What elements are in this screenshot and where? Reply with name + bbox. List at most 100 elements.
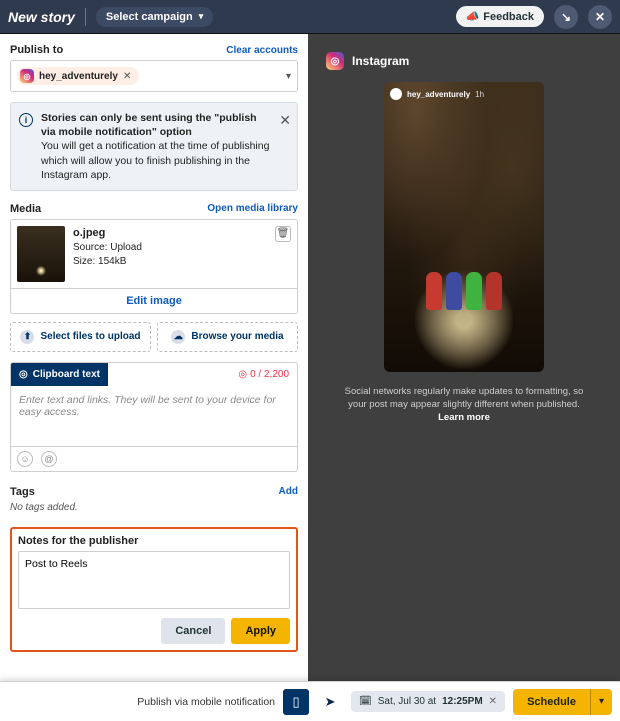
- tags-header: Tags Add: [10, 486, 298, 498]
- delete-media-button[interactable]: 🗑: [275, 226, 291, 242]
- scheduled-time-value: 12:25PM: [442, 696, 483, 707]
- clipboard-text-input[interactable]: Enter text and links. They will be sent …: [11, 386, 297, 446]
- info-banner-body: You will get a notification at the time …: [41, 140, 269, 180]
- account-selector[interactable]: ◎ hey_adventurely ✕ ▾: [10, 60, 298, 92]
- figure: [446, 272, 462, 310]
- feedback-label: Feedback: [483, 11, 534, 23]
- mention-icon[interactable]: @: [41, 451, 57, 467]
- cancel-button[interactable]: Cancel: [161, 618, 225, 644]
- publish-to-label: Publish to: [10, 44, 63, 56]
- tags-empty-state: No tags added.: [10, 502, 298, 513]
- app-header: New story Select campaign ▾ 📣 Feedback ↘…: [0, 0, 620, 34]
- clipboard-tabbar: ◎ Clipboard text ◎ 0 / 2,200: [11, 363, 297, 386]
- upload-icon: ⬆: [20, 330, 34, 344]
- avatar: [390, 88, 402, 100]
- phone-icon: ▯: [292, 694, 299, 710]
- info-icon: i: [19, 113, 33, 127]
- media-item: o.jpeg Source: Upload Size: 154kB 🗑: [11, 220, 297, 288]
- chevron-down-icon: ▾: [599, 696, 604, 707]
- bottom-bar: Publish via mobile notification ▯ ➤ 🗓 Sa…: [0, 681, 620, 721]
- schedule-button[interactable]: Schedule: [513, 689, 590, 715]
- upload-row: ⬆ Select files to upload ☁ Browse your m…: [10, 322, 298, 352]
- preview-network-name: Instagram: [352, 54, 409, 68]
- clipboard-toolbar: ☺ @: [11, 446, 297, 471]
- clear-accounts-link[interactable]: Clear accounts: [226, 45, 298, 56]
- edit-image-button[interactable]: Edit image: [11, 288, 297, 313]
- story-preview: hey_adventurely 1h: [384, 82, 544, 372]
- story-header: hey_adventurely 1h: [390, 88, 484, 100]
- preview-disclaimer: Social networks regularly make updates t…: [344, 386, 584, 424]
- dismiss-banner-icon[interactable]: ✕: [279, 111, 291, 130]
- select-campaign-label: Select campaign: [106, 11, 193, 23]
- preview-network-header: ◎ Instagram: [326, 52, 409, 70]
- send-icon: ➤: [325, 694, 336, 710]
- character-counter: ◎ 0 / 2,200: [230, 369, 297, 380]
- direct-publish-button[interactable]: ➤: [317, 689, 343, 715]
- figure: [426, 272, 442, 310]
- clipboard-tab-label: Clipboard text: [33, 369, 100, 380]
- add-tag-link[interactable]: Add: [279, 486, 298, 497]
- account-chip: ◎ hey_adventurely ✕: [17, 67, 139, 85]
- tags-label: Tags: [10, 486, 35, 498]
- open-media-library-link[interactable]: Open media library: [207, 203, 298, 214]
- clipboard-section: ◎ Clipboard text ◎ 0 / 2,200 Enter text …: [10, 362, 298, 472]
- close-button[interactable]: ✕: [588, 5, 612, 29]
- publisher-notes-label: Notes for the publisher: [18, 535, 290, 547]
- scheduled-time-chip[interactable]: 🗓 Sat, Jul 30 at 12:25PM ✕: [351, 691, 505, 712]
- chevron-down-icon: ▾: [199, 11, 204, 22]
- publisher-notes-actions: Cancel Apply: [18, 618, 290, 644]
- preview-disclaimer-text: Social networks regularly make updates t…: [345, 386, 584, 410]
- emoji-picker-icon[interactable]: ☺: [17, 451, 33, 467]
- page-title: New story: [8, 9, 75, 25]
- media-filename: o.jpeg: [73, 226, 142, 241]
- media-card: o.jpeg Source: Upload Size: 154kB 🗑 Edit…: [10, 219, 298, 314]
- header-divider: [85, 8, 86, 26]
- schedule-button-group: Schedule ▾: [513, 689, 612, 715]
- feedback-button[interactable]: 📣 Feedback: [456, 6, 544, 27]
- media-meta: o.jpeg Source: Upload Size: 154kB: [73, 226, 142, 282]
- browse-media-button[interactable]: ☁ Browse your media: [157, 322, 298, 352]
- minimize-icon: ↘: [561, 10, 571, 24]
- clear-time-icon[interactable]: ✕: [489, 696, 497, 707]
- instagram-icon: ◎: [19, 369, 28, 380]
- calendar-icon: 🗓: [359, 696, 372, 707]
- story-figures: [384, 272, 544, 310]
- learn-more-link[interactable]: Learn more: [438, 412, 490, 423]
- instagram-icon: ◎: [238, 369, 247, 380]
- story-background: [384, 82, 544, 372]
- megaphone-icon: 📣: [466, 10, 480, 23]
- info-banner-title: Stories can only be sent using the "publ…: [41, 112, 257, 138]
- publisher-notes-input[interactable]: [18, 551, 290, 609]
- figure: [486, 272, 502, 310]
- minimize-button[interactable]: ↘: [554, 5, 578, 29]
- story-handle: hey_adventurely: [407, 90, 470, 99]
- compose-panel: Publish to Clear accounts ◎ hey_adventur…: [0, 34, 308, 681]
- account-handle: hey_adventurely: [39, 71, 118, 82]
- media-thumbnail[interactable]: [17, 226, 65, 282]
- scheduled-time-prefix: Sat, Jul 30 at: [378, 696, 436, 707]
- media-size: Size: 154kB: [73, 255, 142, 269]
- cloud-icon: ☁: [171, 330, 185, 344]
- trash-icon: 🗑: [277, 228, 290, 239]
- publisher-notes-section: Notes for the publisher Cancel Apply: [10, 527, 298, 652]
- story-time: 1h: [475, 90, 484, 99]
- chevron-down-icon[interactable]: ▾: [286, 71, 291, 82]
- publish-mode-text: Publish via mobile notification: [137, 696, 275, 708]
- select-files-button[interactable]: ⬆ Select files to upload: [10, 322, 151, 352]
- schedule-dropdown-button[interactable]: ▾: [591, 689, 612, 714]
- counter-text: 0 / 2,200: [250, 369, 289, 380]
- select-campaign-button[interactable]: Select campaign ▾: [96, 7, 213, 27]
- instagram-icon: ◎: [20, 69, 34, 83]
- main-area: Publish to Clear accounts ◎ hey_adventur…: [0, 34, 620, 681]
- close-icon: ✕: [595, 10, 605, 24]
- clipboard-tab[interactable]: ◎ Clipboard text: [11, 363, 108, 386]
- browse-media-label: Browse your media: [191, 331, 283, 342]
- mobile-notification-button[interactable]: ▯: [283, 689, 309, 715]
- remove-account-icon[interactable]: ✕: [123, 71, 131, 82]
- media-header: Media Open media library: [10, 203, 298, 215]
- publish-to-header: Publish to Clear accounts: [10, 44, 298, 56]
- media-label: Media: [10, 203, 41, 215]
- select-files-label: Select files to upload: [40, 331, 140, 342]
- instagram-icon: ◎: [326, 52, 344, 70]
- apply-button[interactable]: Apply: [231, 618, 290, 644]
